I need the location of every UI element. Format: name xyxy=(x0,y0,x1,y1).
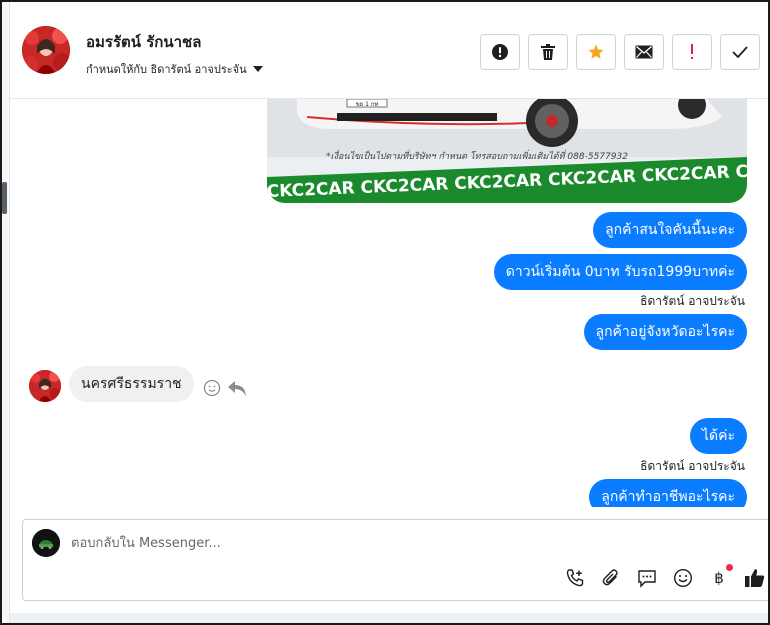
notification-dot xyxy=(726,564,733,571)
assign-label: กำหนดให้กับ ธิดารัตน์ อาจประจัน xyxy=(86,63,247,76)
saved-replies-button[interactable] xyxy=(635,566,659,590)
like-button[interactable] xyxy=(743,566,767,590)
alert-circle-icon xyxy=(492,44,508,60)
reply-icon[interactable] xyxy=(227,379,247,397)
contact-avatar-small[interactable] xyxy=(29,370,61,402)
sender-name: ธิดารัตน์ อาจประจัน xyxy=(640,459,745,473)
reply-composer: ฿ xyxy=(22,519,768,601)
thumbs-up-icon xyxy=(745,569,765,587)
trash-icon xyxy=(541,44,555,60)
panel-resize-handle[interactable] xyxy=(2,182,7,214)
star-icon xyxy=(588,44,604,59)
outgoing-message[interactable]: ลูกค้าอยู่จังหวัดอะไรคะ xyxy=(583,314,747,350)
exclamation-icon xyxy=(691,44,693,59)
star-button[interactable] xyxy=(576,34,616,70)
chevron-down-icon[interactable] xyxy=(252,66,263,72)
outgoing-message[interactable]: ลูกค้าทำอาชีพอะไรคะ xyxy=(589,479,747,507)
delete-button[interactable] xyxy=(528,34,568,70)
contact-avatar[interactable] xyxy=(22,26,70,74)
phone-plus-icon xyxy=(566,569,584,587)
reply-input[interactable] xyxy=(71,532,711,554)
mark-done-button[interactable] xyxy=(720,34,760,70)
outgoing-message[interactable]: ลูกค้าสนใจคันนี้นะคะ xyxy=(593,212,747,248)
header-actions xyxy=(480,34,760,70)
page-avatar xyxy=(32,529,60,557)
emoji-react-icon[interactable] xyxy=(203,379,221,397)
conversation-header: อมรรัตน์ รักนาชล กำหนดให้กับ ธิดารัตน์ อ… xyxy=(10,4,768,99)
outgoing-message[interactable]: ดาวน์เริ่มต้น 0บาท รับรถ1999บาทค่ะ xyxy=(493,254,747,290)
emoji-button[interactable] xyxy=(671,566,695,590)
contact-name[interactable]: อมรรัตน์ รักนาชล xyxy=(86,30,201,54)
bottom-strip xyxy=(10,613,768,623)
chat-bubble-icon xyxy=(638,570,656,588)
mark-spam-button[interactable] xyxy=(480,34,520,70)
payment-button[interactable]: ฿ xyxy=(707,564,733,590)
sender-name: ธิดารัตน์ อาจประจัน xyxy=(640,294,745,308)
envelope-icon xyxy=(635,45,653,59)
baht-icon: ฿ xyxy=(714,569,724,587)
incoming-message[interactable]: นครศรีธรรมราช xyxy=(69,366,194,402)
emoji-icon xyxy=(673,568,693,588)
paperclip-icon xyxy=(602,569,618,586)
message-reactions xyxy=(203,379,247,397)
attach-button[interactable] xyxy=(599,566,623,590)
car-advert-image[interactable]: ขย 1 กท *เงื่อนไขเป็นไปตามที่บริษัทฯ กำห… xyxy=(267,99,747,203)
left-panel-edge xyxy=(2,2,10,623)
plate-text: ขย 1 กท xyxy=(356,101,379,108)
check-icon xyxy=(732,46,748,58)
mark-unread-button[interactable] xyxy=(624,34,664,70)
assign-dropdown[interactable]: กำหนดให้กับ ธิดารัตน์ อาจประจัน xyxy=(86,60,263,78)
message-thread[interactable]: ขย 1 กท *เงื่อนไขเป็นไปตามที่บริษัทฯ กำห… xyxy=(10,99,768,507)
composer-tools: ฿ xyxy=(563,564,767,590)
call-button[interactable] xyxy=(563,566,587,590)
outgoing-message[interactable]: ได้ค่ะ xyxy=(689,418,747,454)
follow-up-button[interactable] xyxy=(672,34,712,70)
messenger-window: อมรรัตน์ รักนาชล กำหนดให้กับ ธิดารัตน์ อ… xyxy=(0,0,770,625)
